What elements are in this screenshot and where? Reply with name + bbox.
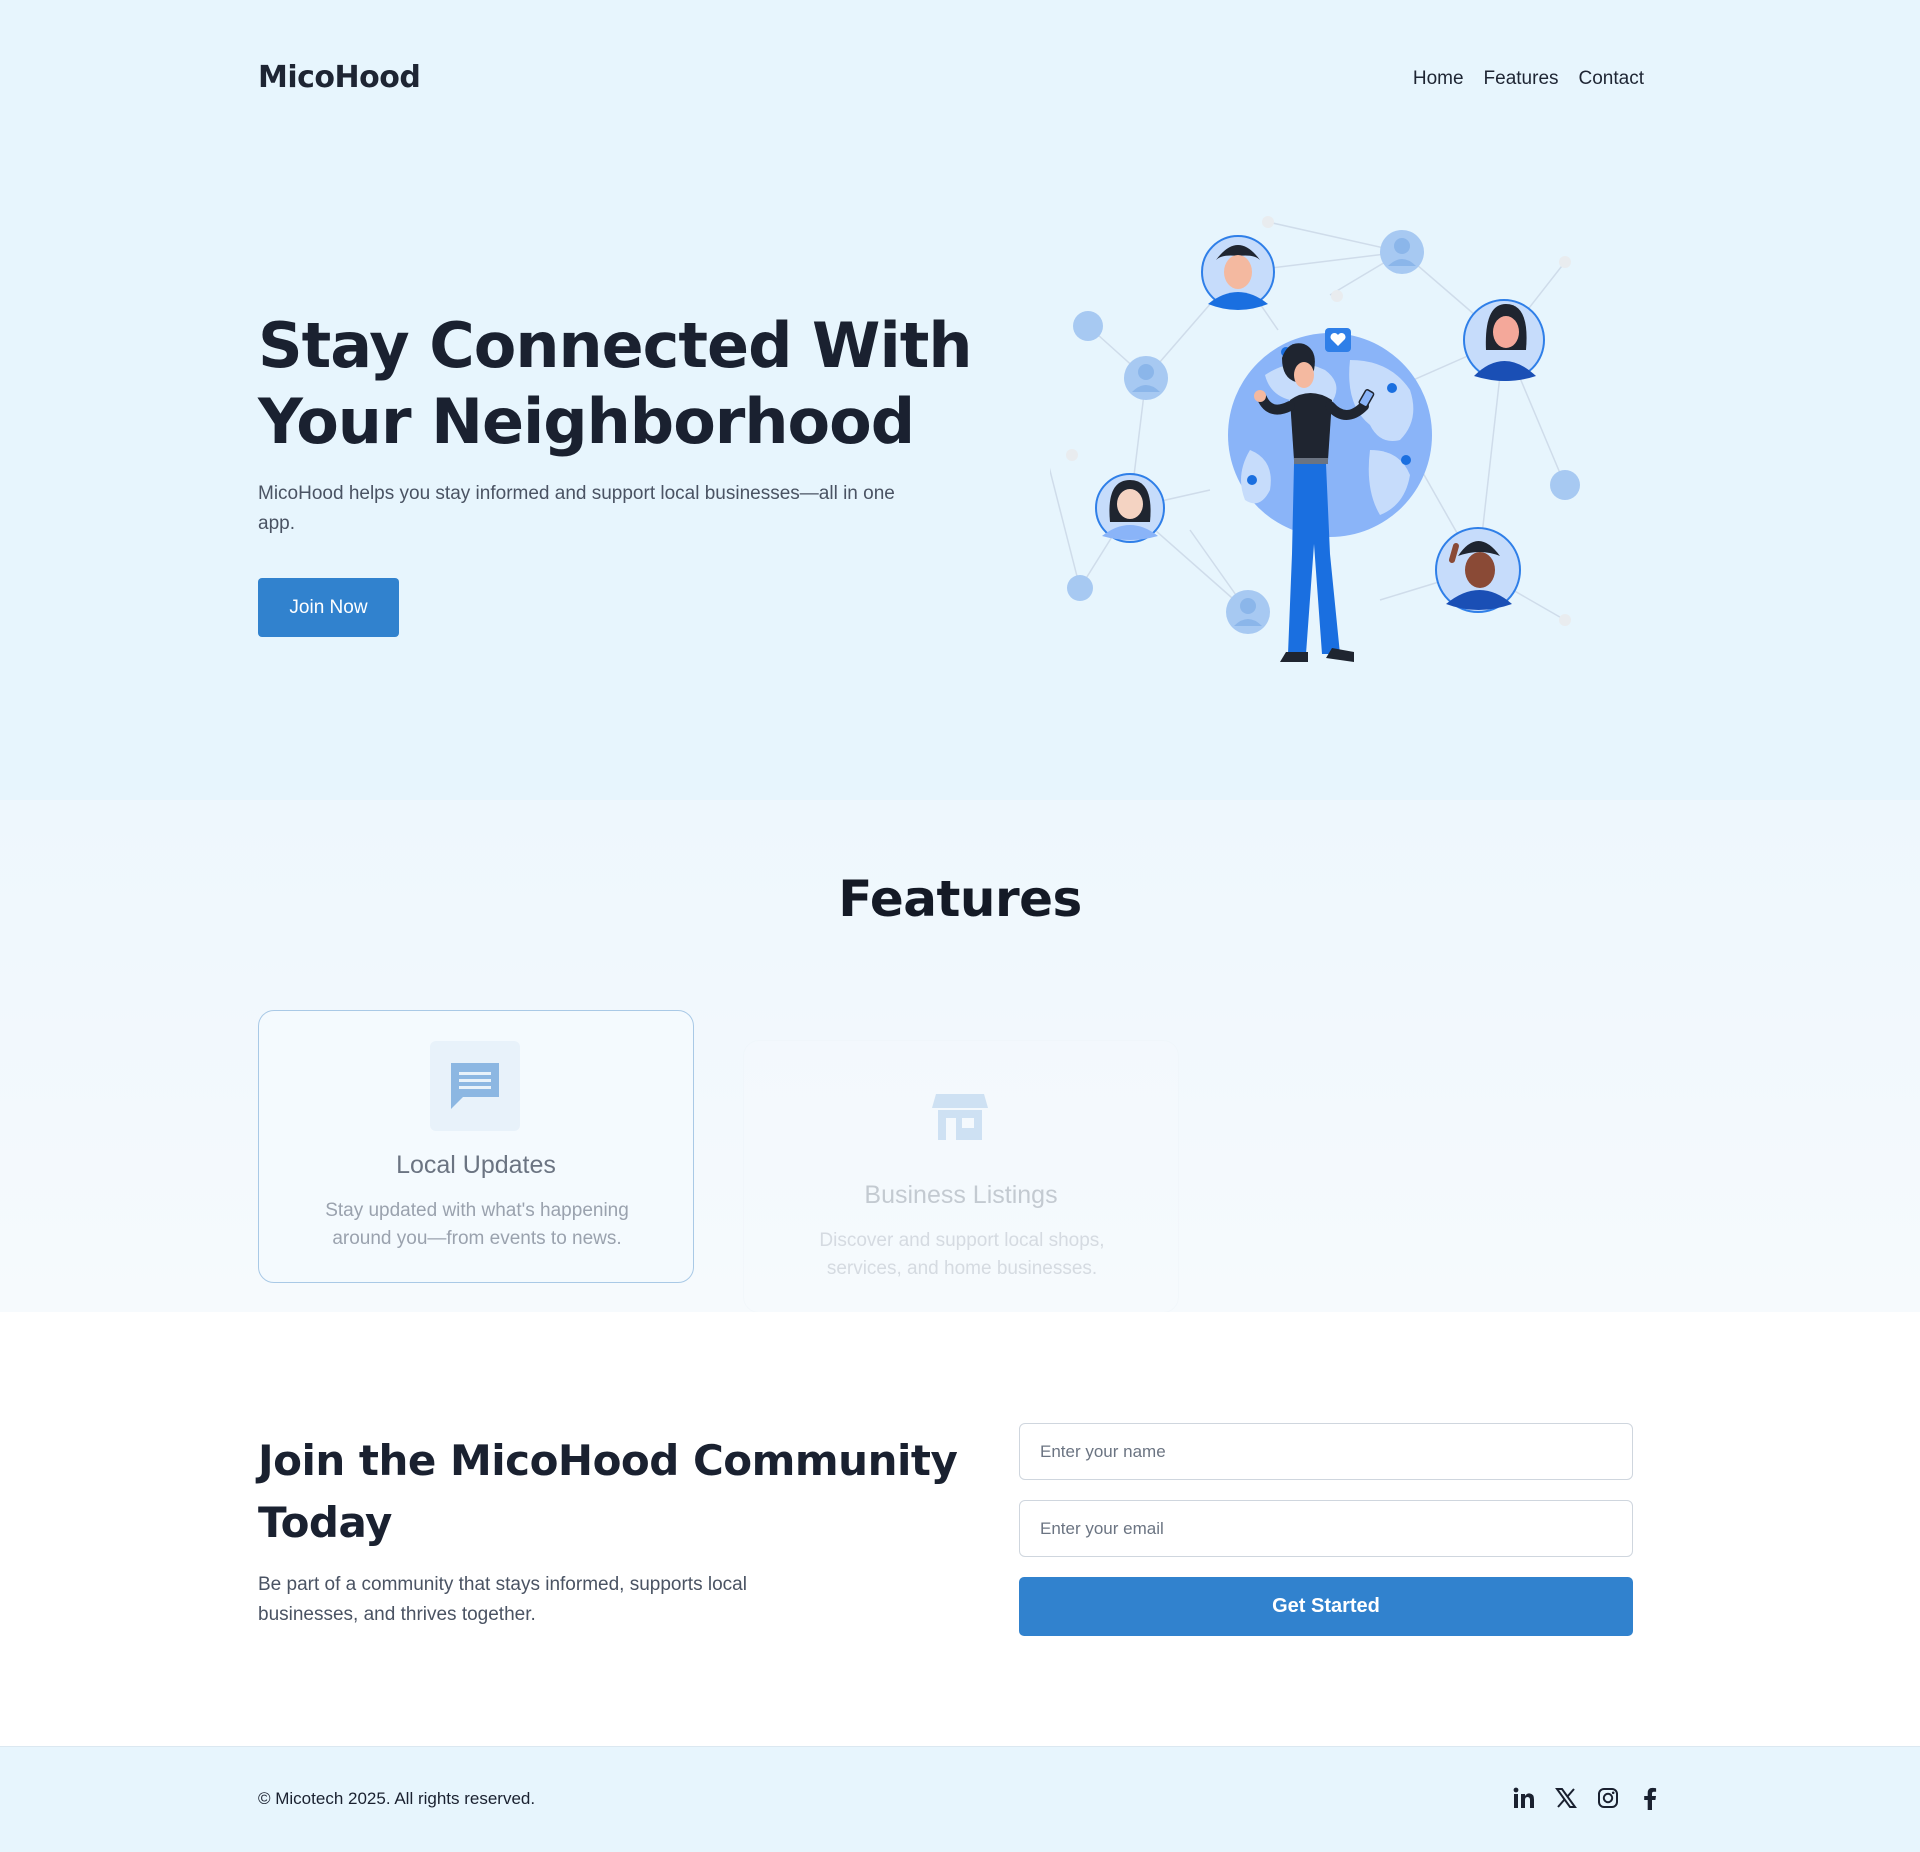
features-title: Features [838, 870, 1082, 928]
footer: © Micotech 2025. All rights reserved. [0, 1746, 1920, 1852]
avatar-woman-2 [1095, 473, 1165, 543]
get-started-button[interactable]: Get Started [1019, 1577, 1633, 1636]
join-now-button[interactable]: Join Now [258, 578, 399, 637]
feature-card-local-updates: Local Updates Stay updated with what's h… [258, 1010, 694, 1283]
hero-subtitle: MicoHood helps you stay informed and sup… [258, 483, 895, 534]
hero-section: MicoHood Home Features Contact Stay Conn… [0, 0, 1920, 800]
copyright-text: © Micotech 2025. All rights reserved. [258, 1789, 536, 1808]
avatar-woman-1 [1463, 299, 1545, 381]
join-title: Join the MicoHood Community Today [258, 1436, 958, 1547]
feature-card-title: Business Listings [864, 1181, 1058, 1209]
feature-card-desc: Stay updated with what's happening aroun… [325, 1200, 629, 1249]
storefront-icon [915, 1071, 1005, 1161]
linkedin-icon[interactable] [1512, 1785, 1536, 1811]
avatar-man-2 [1435, 527, 1521, 613]
feature-card-desc: Discover and support local shops, servic… [819, 1230, 1105, 1279]
feature-card-business-listings: Business Listings Discover and support l… [743, 1040, 1179, 1313]
nav-item-home[interactable]: Home [1413, 68, 1464, 90]
navbar: MicoHood Home Features Contact [258, 60, 1644, 100]
chat-message-icon [430, 1041, 520, 1131]
community-network-illustration [1050, 216, 1580, 662]
email-input[interactable] [1019, 1500, 1633, 1557]
nav-item-features[interactable]: Features [1484, 68, 1559, 90]
x-icon[interactable] [1554, 1785, 1578, 1811]
instagram-icon[interactable] [1596, 1785, 1620, 1811]
feature-card-title: Local Updates [396, 1151, 556, 1179]
join-section: Join the MicoHood Community Today Be par… [0, 1312, 1920, 1746]
avatar-man [1201, 235, 1275, 310]
join-subtitle: Be part of a community that stays inform… [258, 1574, 747, 1625]
hero-title: Stay Connected With Your Neighborhood [258, 309, 972, 458]
social-links [1512, 1785, 1662, 1811]
nav-menu: Home Features Contact [1413, 68, 1644, 90]
brand-logo[interactable]: MicoHood [258, 60, 421, 95]
nav-item-contact[interactable]: Contact [1579, 68, 1644, 90]
features-section: Features Local Updates Stay updated with… [0, 800, 1920, 1313]
name-input[interactable] [1019, 1423, 1633, 1480]
facebook-icon[interactable] [1638, 1785, 1662, 1811]
